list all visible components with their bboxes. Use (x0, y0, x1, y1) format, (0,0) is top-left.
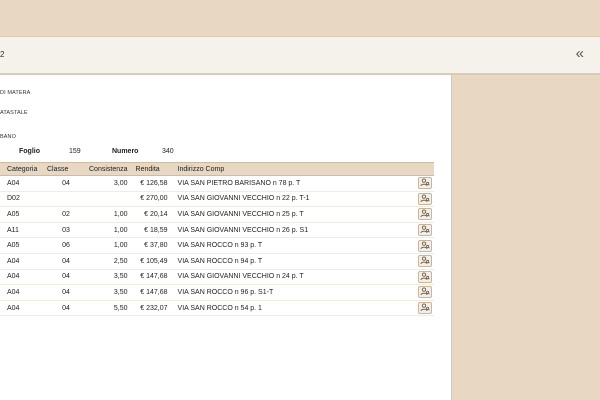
side-panel (452, 75, 600, 400)
page-number: 2 (0, 50, 5, 59)
cell-consistenza: 3,00 (87, 175, 134, 192)
col-header-actions (410, 162, 434, 176)
cell-consistenza: 1,00 (87, 206, 134, 223)
cell-indirizzo: VIA SAN GIOVANNI VECCHIO n 24 p. T (169, 269, 410, 286)
cell-rendita: € 20,14 (133, 206, 170, 223)
cell-indirizzo: VIA SAN GIOVANNI VECCHIO n 22 p. T-1 (169, 191, 410, 208)
cell-action (410, 237, 434, 254)
cell-action (410, 191, 434, 208)
cell-categoria: D02 (0, 191, 45, 208)
person-search-icon[interactable] (418, 286, 432, 299)
cell-consistenza: 2,50 (87, 253, 134, 270)
cell-action (410, 175, 434, 192)
cell-classe: 04 (45, 269, 87, 286)
info-urbano: BANO (0, 134, 16, 140)
cell-action (410, 284, 434, 301)
cell-indirizzo: VIA SAN ROCCO n 94 p. T (169, 253, 410, 270)
cell-classe: 04 (45, 175, 87, 192)
cell-action (410, 269, 434, 286)
cell-categoria: A05 (0, 206, 45, 223)
cell-classe: 06 (45, 237, 87, 254)
person-search-icon[interactable] (418, 177, 432, 190)
table-header-row: Categoria Classe Consistenza Rendita Ind… (0, 162, 434, 176)
col-header-categoria[interactable]: Categoria (0, 162, 45, 176)
cell-consistenza: 3,50 (87, 269, 134, 286)
cell-categoria: A04 (0, 300, 45, 317)
table-row[interactable]: D02 € 270,00 VIA SAN GIOVANNI VECCHIO n 22… (0, 191, 434, 208)
cell-categoria: A04 (0, 253, 45, 270)
units-table: Categoria Classe Consistenza Rendita Ind… (0, 162, 434, 317)
cell-consistenza: 1,00 (87, 237, 134, 254)
person-search-icon[interactable] (418, 192, 432, 205)
cell-indirizzo: VIA SAN ROCCO n 54 p. 1 (169, 300, 410, 317)
cell-categoria: A04 (0, 175, 45, 192)
info-catastale: ATASTALE (0, 110, 28, 116)
cell-action (410, 300, 434, 317)
person-search-icon[interactable] (418, 302, 432, 315)
person-search-icon[interactable] (418, 208, 432, 221)
cell-classe (45, 191, 87, 208)
col-header-consistenza[interactable]: Consistenza (87, 162, 134, 176)
table-row[interactable]: A04 04 2,50 € 105,49 VIA SAN ROCCO n 94 p. T (0, 253, 434, 270)
table-row[interactable]: A04 04 3,50 € 147,68 VIA SAN GIOVANNI VECCHI… (0, 269, 434, 286)
cell-categoria: A04 (0, 269, 45, 286)
cell-indirizzo: VIA SAN GIOVANNI VECCHIO n 25 p. T (169, 206, 410, 223)
col-header-classe[interactable]: Classe (45, 162, 87, 176)
table-row[interactable]: A05 06 1,00 € 37,80 VIA SAN ROCCO n 93 p. T (0, 237, 434, 254)
person-search-icon[interactable] (418, 239, 432, 252)
cell-classe: 04 (45, 284, 87, 301)
cell-action (410, 253, 434, 270)
cell-categoria: A05 (0, 237, 45, 254)
col-header-rendita[interactable]: Rendita (133, 162, 170, 176)
table-row[interactable]: A11 03 1,00 € 18,59 VIA SAN GIOVANNI VECCHIO… (0, 222, 434, 239)
person-search-icon[interactable] (418, 224, 432, 237)
person-search-icon[interactable] (418, 255, 432, 268)
numero-value: 340 (162, 148, 174, 155)
cell-rendita: € 147,68 (133, 269, 170, 286)
cell-classe: 04 (45, 253, 87, 270)
col-header-indirizzo[interactable]: Indirizzo Comp (169, 162, 410, 176)
cell-classe: 03 (45, 222, 87, 239)
foglio-value: 159 (69, 148, 81, 155)
numero-label: Numero (112, 148, 139, 155)
cell-rendita: € 105,49 (133, 253, 170, 270)
person-search-icon[interactable] (418, 270, 432, 283)
cell-action (410, 222, 434, 239)
foglio-label: Foglio (19, 148, 40, 155)
cell-indirizzo: VIA SAN PIETRO BARISANO n 78 p. T (169, 175, 410, 192)
cell-rendita: € 126,58 (133, 175, 170, 192)
cell-consistenza: 3,50 (87, 284, 134, 301)
cell-classe: 02 (45, 206, 87, 223)
cell-rendita: € 37,80 (133, 237, 170, 254)
cell-consistenza: 5,50 (87, 300, 134, 317)
cell-categoria: A04 (0, 284, 45, 301)
info-comune: DI MATERA (0, 90, 31, 96)
cell-consistenza: 1,00 (87, 222, 134, 239)
collapse-panel-button[interactable]: « (576, 45, 584, 63)
cell-rendita: € 18,59 (133, 222, 170, 239)
cell-action (410, 206, 434, 223)
table-row[interactable]: A04 04 3,00 € 126,58 VIA SAN PIETRO BARISANO… (0, 175, 434, 192)
cell-categoria: A11 (0, 222, 45, 239)
cell-rendita: € 270,00 (133, 191, 170, 208)
cell-rendita: € 232,07 (133, 300, 170, 317)
table-row[interactable]: A04 04 5,50 € 232,07 VIA SAN ROCCO n 54 p. 1 (0, 300, 434, 317)
toolbar: 2 « (0, 37, 600, 75)
table-row[interactable]: A04 04 3,50 € 147,68 VIA SAN ROCCO n 96 p. S… (0, 284, 434, 301)
cell-indirizzo: VIA SAN ROCCO n 93 p. T (169, 237, 410, 254)
cell-consistenza (87, 191, 134, 208)
cell-classe: 04 (45, 300, 87, 317)
cell-indirizzo: VIA SAN GIOVANNI VECCHIO n 26 p. S1 (169, 222, 410, 239)
cell-rendita: € 147,68 (133, 284, 170, 301)
table-row[interactable]: A05 02 1,00 € 20,14 VIA SAN GIOVANNI VECCHIO… (0, 206, 434, 223)
top-bar (0, 0, 600, 37)
cell-indirizzo: VIA SAN ROCCO n 96 p. S1-T (169, 284, 410, 301)
